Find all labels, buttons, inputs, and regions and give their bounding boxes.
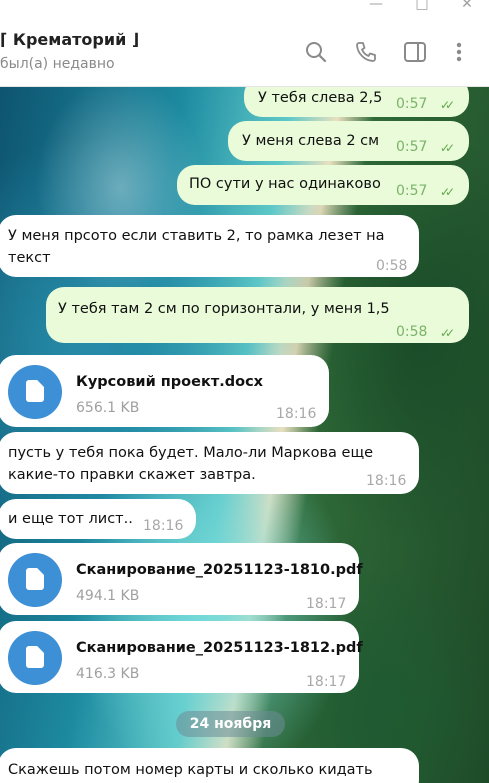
message-bubble[interactable]: и еще тот лист.. 18:16 — [0, 499, 196, 539]
file-message[interactable]: Сканирование_20251123-1810.pdf 494.1 KB … — [0, 543, 363, 615]
date-separator: 24 ноября — [176, 711, 285, 737]
message-time: 18:16 — [143, 518, 184, 534]
message-text: У тебя слева 2,5 — [258, 90, 383, 106]
chat-status: был(а) недавно — [0, 56, 115, 72]
double-check-icon: ✓✓ — [440, 185, 455, 199]
file-size: 416.3 KB — [76, 666, 140, 682]
document-icon[interactable] — [8, 553, 62, 607]
document-icon[interactable] — [8, 631, 62, 685]
file-size: 656.1 KB — [76, 400, 140, 416]
phone-icon[interactable] — [354, 40, 378, 64]
double-check-icon: ✓✓ — [440, 326, 455, 340]
message-time: 0:57 — [396, 96, 428, 112]
chat-title[interactable]: ⌈ Крематорий ⌋ — [0, 30, 139, 49]
message-bubble[interactable]: У тебя слева 2,5 0:57 ✓✓ — [244, 87, 469, 117]
file-message[interactable]: Курсовий проект.docx 656.1 KB 18:16 — [0, 355, 329, 427]
sidebar-toggle-icon[interactable] — [403, 40, 427, 64]
file-name[interactable]: Курсовий проект.docx — [76, 371, 263, 393]
file-name[interactable]: Сканирование_20251123-1812.pdf — [76, 637, 363, 659]
message-bubble[interactable]: Скажешь потом номер карты и сколько кида… — [0, 748, 419, 783]
message-time: 18:17 — [306, 674, 347, 690]
message-text: и еще тот лист.. — [8, 511, 133, 527]
message-time: 18:16 — [366, 473, 407, 489]
message-text: какие-то правки скажет завтра. — [8, 467, 256, 483]
message-time: 18:16 — [276, 406, 317, 422]
double-check-icon: ✓✓ — [440, 98, 455, 112]
message-text: ПО сути у нас одинаково — [189, 176, 381, 192]
message-text: У меня слева 2 см — [242, 133, 380, 149]
file-message[interactable]: Сканирование_20251123-1812.pdf 416.3 KB … — [0, 621, 363, 693]
message-time: 0:57 — [396, 139, 428, 155]
message-time: 0:58 — [376, 258, 408, 274]
message-text: Скажешь потом номер карты и сколько кида… — [8, 762, 373, 778]
message-bubble[interactable]: У тебя там 2 см по горизонтали, у меня 1… — [46, 287, 469, 343]
window-titlebar: — □ ✕ — [0, 0, 489, 16]
message-time: 18:17 — [306, 596, 347, 612]
search-icon[interactable] — [304, 40, 328, 64]
close-icon[interactable]: ✕ — [455, 0, 479, 14]
message-time: 0:57 — [396, 183, 428, 199]
chat-header: ⌈ Крематорий ⌋ был(а) недавно — [0, 16, 489, 87]
message-bubble[interactable]: ПО сути у нас одинаково 0:57 ✓✓ — [177, 165, 469, 205]
message-text: текст — [8, 250, 51, 266]
document-icon[interactable] — [8, 365, 62, 419]
file-size: 494.1 KB — [76, 588, 140, 604]
message-bubble[interactable]: У меня слева 2 см 0:57 ✓✓ — [228, 121, 469, 161]
message-text: пусть у тебя пока будет. Мало-ли Маркова… — [8, 445, 374, 461]
message-text: У меня прсото если ставить 2, то рамка л… — [8, 228, 385, 244]
more-vertical-icon[interactable] — [447, 40, 471, 64]
file-name[interactable]: Сканирование_20251123-1810.pdf — [76, 559, 363, 581]
message-time: 0:58 — [396, 324, 428, 340]
message-bubble[interactable]: пусть у тебя пока будет. Мало-ли Маркова… — [0, 432, 419, 494]
minimize-icon[interactable]: — — [364, 0, 388, 14]
chat-background[interactable]: У тебя слева 2,5 0:57 ✓✓ У меня слева 2 … — [0, 87, 489, 783]
message-bubble[interactable]: У меня прсото если ставить 2, то рамка л… — [0, 215, 419, 277]
message-text: У тебя там 2 см по горизонтали, у меня 1… — [58, 301, 390, 317]
double-check-icon: ✓✓ — [440, 141, 455, 155]
maximize-icon[interactable]: □ — [410, 0, 434, 14]
